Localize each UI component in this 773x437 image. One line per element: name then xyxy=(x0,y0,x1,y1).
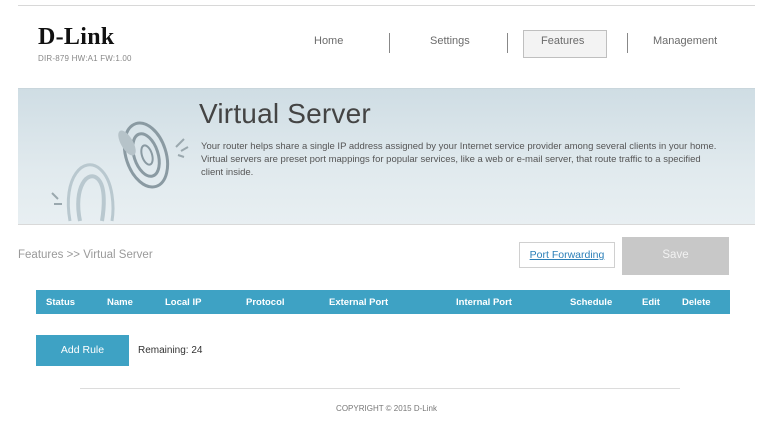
port-forwarding-button[interactable]: Port Forwarding xyxy=(519,242,615,268)
breadcrumb: Features >> Virtual Server xyxy=(18,249,153,261)
page-title: Virtual Server xyxy=(199,98,371,129)
footer-divider xyxy=(80,388,680,389)
nav-features[interactable]: Features xyxy=(541,35,584,47)
save-button-label: Save xyxy=(662,249,689,261)
column-internal-port: Internal Port xyxy=(456,297,512,308)
nav-management[interactable]: Management xyxy=(653,35,717,47)
top-border xyxy=(18,5,755,6)
model-info: DIR-879 HW:A1 FW:1.00 xyxy=(38,54,132,63)
add-rule-button[interactable]: Add Rule xyxy=(36,335,129,366)
column-delete: Delete xyxy=(682,297,711,308)
column-protocol: Protocol xyxy=(246,297,285,308)
rules-table-header: Status Name Local IP Protocol External P… xyxy=(36,290,730,314)
nav-home[interactable]: Home xyxy=(314,35,343,47)
port-forwarding-link[interactable]: Port Forwarding xyxy=(520,249,614,261)
remaining-rules-count: Remaining: 24 xyxy=(138,345,203,356)
dlink-logo: D-Link xyxy=(38,24,115,50)
column-edit: Edit xyxy=(642,297,660,308)
column-local-ip: Local IP xyxy=(165,297,202,308)
add-rule-label: Add Rule xyxy=(60,344,105,356)
nav-separator xyxy=(389,33,390,53)
column-schedule: Schedule xyxy=(570,297,613,308)
nav-settings[interactable]: Settings xyxy=(430,35,470,47)
nav-separator xyxy=(507,33,508,53)
nav-separator xyxy=(627,33,628,53)
copyright: COPYRIGHT © 2015 D-Link xyxy=(336,404,437,413)
divider xyxy=(18,224,755,225)
save-button[interactable]: Save xyxy=(622,237,729,275)
column-name: Name xyxy=(107,297,133,308)
column-status: Status xyxy=(46,297,76,308)
page-description: Your router helps share a single IP addr… xyxy=(201,141,717,178)
column-external-port: External Port xyxy=(329,297,389,308)
wifi-illustration-icon xyxy=(51,121,189,222)
